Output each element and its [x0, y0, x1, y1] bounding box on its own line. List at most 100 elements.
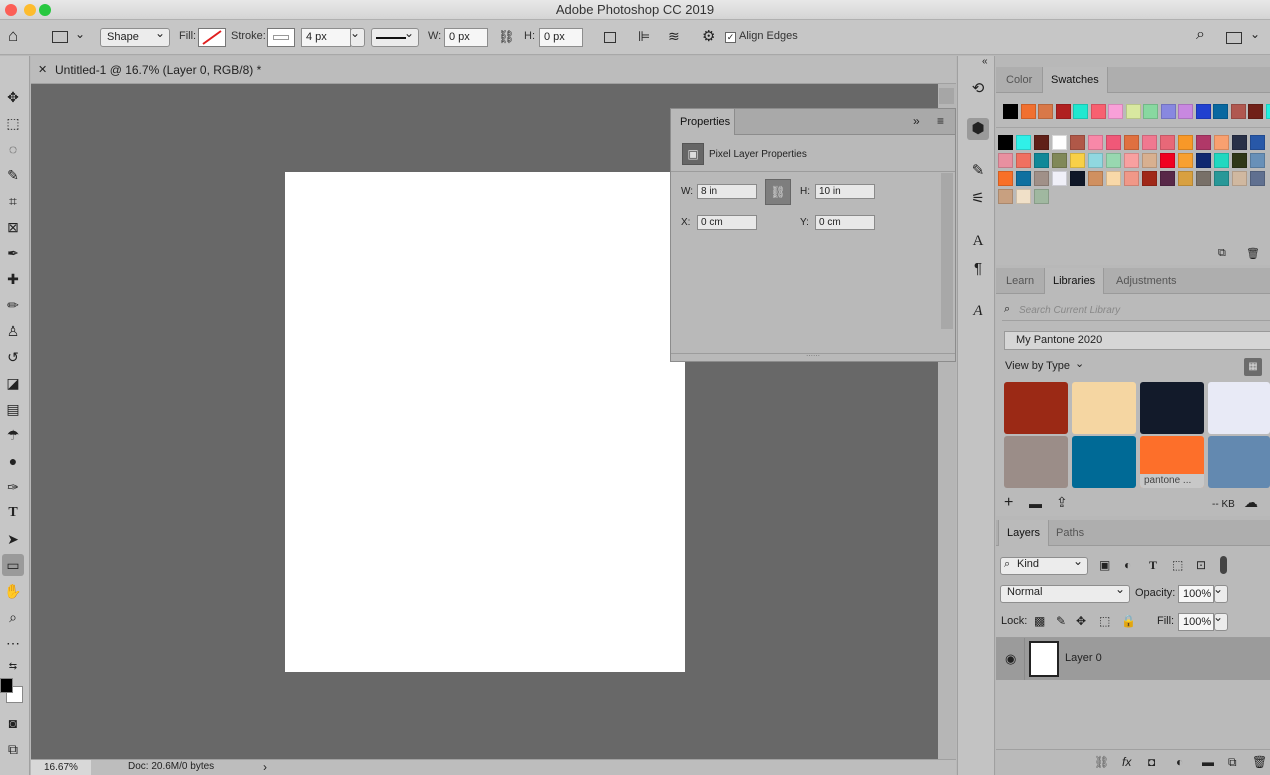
- add-mask-icon[interactable]: ◘: [1148, 755, 1155, 769]
- folder-icon[interactable]: ▬: [1029, 496, 1042, 511]
- swatch[interactable]: [1178, 171, 1193, 186]
- library-color-swatch[interactable]: [1140, 382, 1204, 434]
- properties-tab[interactable]: Properties: [671, 109, 735, 135]
- new-group-icon[interactable]: ▬: [1202, 755, 1214, 769]
- cloud-icon[interactable]: ☁: [1244, 494, 1258, 511]
- collapse-strip-icon[interactable]: «: [982, 56, 988, 67]
- recent-swatch[interactable]: [1143, 104, 1158, 119]
- lasso-tool-icon[interactable]: ◌: [2, 138, 24, 160]
- height-input[interactable]: 0 px: [539, 28, 583, 47]
- swatch[interactable]: [1034, 153, 1049, 168]
- swatch[interactable]: [998, 189, 1013, 204]
- tab-layers[interactable]: Layers: [998, 520, 1050, 546]
- panel-menu-icon[interactable]: ≡: [937, 114, 944, 128]
- library-color-swatch[interactable]: [1208, 382, 1270, 434]
- brushes-icon[interactable]: ✎: [967, 160, 989, 182]
- zoom-window-button[interactable]: [39, 4, 51, 16]
- stroke-width-dropdown[interactable]: [350, 25, 365, 47]
- pixel-filter-icon[interactable]: ▣: [1099, 558, 1110, 572]
- swatch[interactable]: [1070, 153, 1085, 168]
- blur-tool-icon[interactable]: ☂: [2, 424, 24, 446]
- recent-swatch[interactable]: [1178, 104, 1193, 119]
- prop-width-input[interactable]: 8 in: [697, 184, 757, 199]
- swatch[interactable]: [1088, 135, 1103, 150]
- recent-swatch[interactable]: [1090, 104, 1106, 119]
- recent-swatch[interactable]: [1160, 104, 1176, 119]
- library-color-swatch[interactable]: [1072, 382, 1136, 434]
- workspace-chevron-icon[interactable]: ⌄: [1250, 26, 1260, 45]
- new-layer-icon[interactable]: ⧉: [1228, 755, 1237, 770]
- swatch[interactable]: [1214, 171, 1229, 186]
- grid-view-icon[interactable]: ▦: [1244, 358, 1262, 376]
- minimize-window-button[interactable]: [24, 4, 36, 16]
- new-swatch-icon[interactable]: ⧉: [1218, 247, 1226, 260]
- swatch[interactable]: [1052, 135, 1067, 150]
- library-search[interactable]: ⌕ Search Current Library: [1002, 303, 1270, 321]
- swatch[interactable]: [1124, 171, 1139, 186]
- swatch[interactable]: [1070, 135, 1085, 150]
- swatch[interactable]: [1034, 171, 1049, 186]
- 3d-icon[interactable]: ⬢: [967, 118, 989, 140]
- link-dimensions-icon[interactable]: ⛓: [765, 179, 791, 205]
- swatch[interactable]: [998, 171, 1013, 186]
- type-filter-icon[interactable]: T: [1149, 558, 1157, 573]
- stroke-width-input[interactable]: 4 px: [301, 28, 351, 47]
- rectangle-tool-icon[interactable]: ▭: [2, 554, 24, 576]
- library-search-input[interactable]: Search Current Library: [1019, 305, 1120, 316]
- foreground-color-swatch[interactable]: [0, 678, 13, 693]
- collapse-panel-icon[interactable]: »: [913, 114, 920, 128]
- swatch[interactable]: [1124, 153, 1139, 168]
- library-select[interactable]: My Pantone 2020: [1004, 331, 1270, 350]
- close-window-button[interactable]: [5, 4, 17, 16]
- filter-toggle[interactable]: [1220, 556, 1227, 574]
- character-icon[interactable]: A: [967, 230, 989, 252]
- tool-mode-select[interactable]: Shape: [100, 25, 170, 47]
- document-canvas[interactable]: [285, 172, 685, 672]
- swatch[interactable]: [1016, 135, 1031, 150]
- lock-artboard-icon[interactable]: ⬚: [1099, 614, 1110, 628]
- stroke-swatch[interactable]: [267, 28, 295, 47]
- recent-swatch[interactable]: [1003, 104, 1018, 119]
- dodge-tool-icon[interactable]: ●: [2, 450, 24, 472]
- eraser-tool-icon[interactable]: ◪: [2, 372, 24, 394]
- recent-swatch[interactable]: [1248, 104, 1263, 119]
- fill-input[interactable]: 100%: [1178, 613, 1214, 631]
- swatch[interactable]: [1016, 171, 1031, 186]
- swatch[interactable]: [1160, 171, 1175, 186]
- shape-filter-icon[interactable]: ⬚: [1172, 558, 1183, 572]
- lock-brush-icon[interactable]: ✎: [1056, 614, 1066, 628]
- gear-icon[interactable]: ⚙: [702, 28, 715, 47]
- swap-colors-icon[interactable]: ⇆: [2, 656, 24, 678]
- adjustment-layer-icon[interactable]: ◐: [1176, 755, 1183, 769]
- close-document-icon[interactable]: ✕: [38, 63, 47, 76]
- swatch[interactable]: [1196, 153, 1211, 168]
- swatch[interactable]: [1070, 171, 1085, 186]
- recent-swatch[interactable]: [1108, 104, 1123, 119]
- status-menu-arrow-icon[interactable]: ›: [263, 760, 267, 774]
- tab-paths[interactable]: Paths: [1048, 520, 1092, 546]
- pen-tool-icon[interactable]: ✑: [2, 476, 24, 498]
- blend-mode-select[interactable]: Normal: [1000, 582, 1130, 603]
- recent-swatch[interactable]: [1055, 104, 1071, 119]
- width-input[interactable]: 0 px: [444, 28, 488, 47]
- add-element-icon[interactable]: +: [1004, 494, 1013, 512]
- tool-preset-icon[interactable]: [52, 31, 68, 43]
- resize-handle[interactable]: ⋯⋯: [671, 353, 955, 361]
- paragraph-icon[interactable]: ¶: [967, 258, 989, 280]
- layer-name[interactable]: Layer 0: [1065, 652, 1102, 664]
- recent-swatch[interactable]: [1073, 104, 1088, 119]
- swatch[interactable]: [1232, 171, 1247, 186]
- swatch[interactable]: [1142, 171, 1157, 186]
- swatch[interactable]: [1250, 153, 1265, 168]
- swatch[interactable]: [1142, 135, 1157, 150]
- marquee-tool-icon[interactable]: ⬚: [2, 112, 24, 134]
- delete-swatch-icon[interactable]: 🗑: [1246, 247, 1260, 260]
- brush-settings-icon[interactable]: ⚟: [967, 188, 989, 210]
- recent-swatch[interactable]: [1020, 104, 1036, 119]
- filter-kind-select[interactable]: Kind: [1000, 554, 1088, 575]
- smart-object-filter-icon[interactable]: ⊡: [1196, 558, 1206, 572]
- tab-adjustments[interactable]: Adjustments: [1108, 268, 1185, 294]
- swatch[interactable]: [1250, 135, 1265, 150]
- tab-libraries[interactable]: Libraries: [1044, 268, 1105, 294]
- view-by-chevron-icon[interactable]: ⌄: [1075, 357, 1084, 370]
